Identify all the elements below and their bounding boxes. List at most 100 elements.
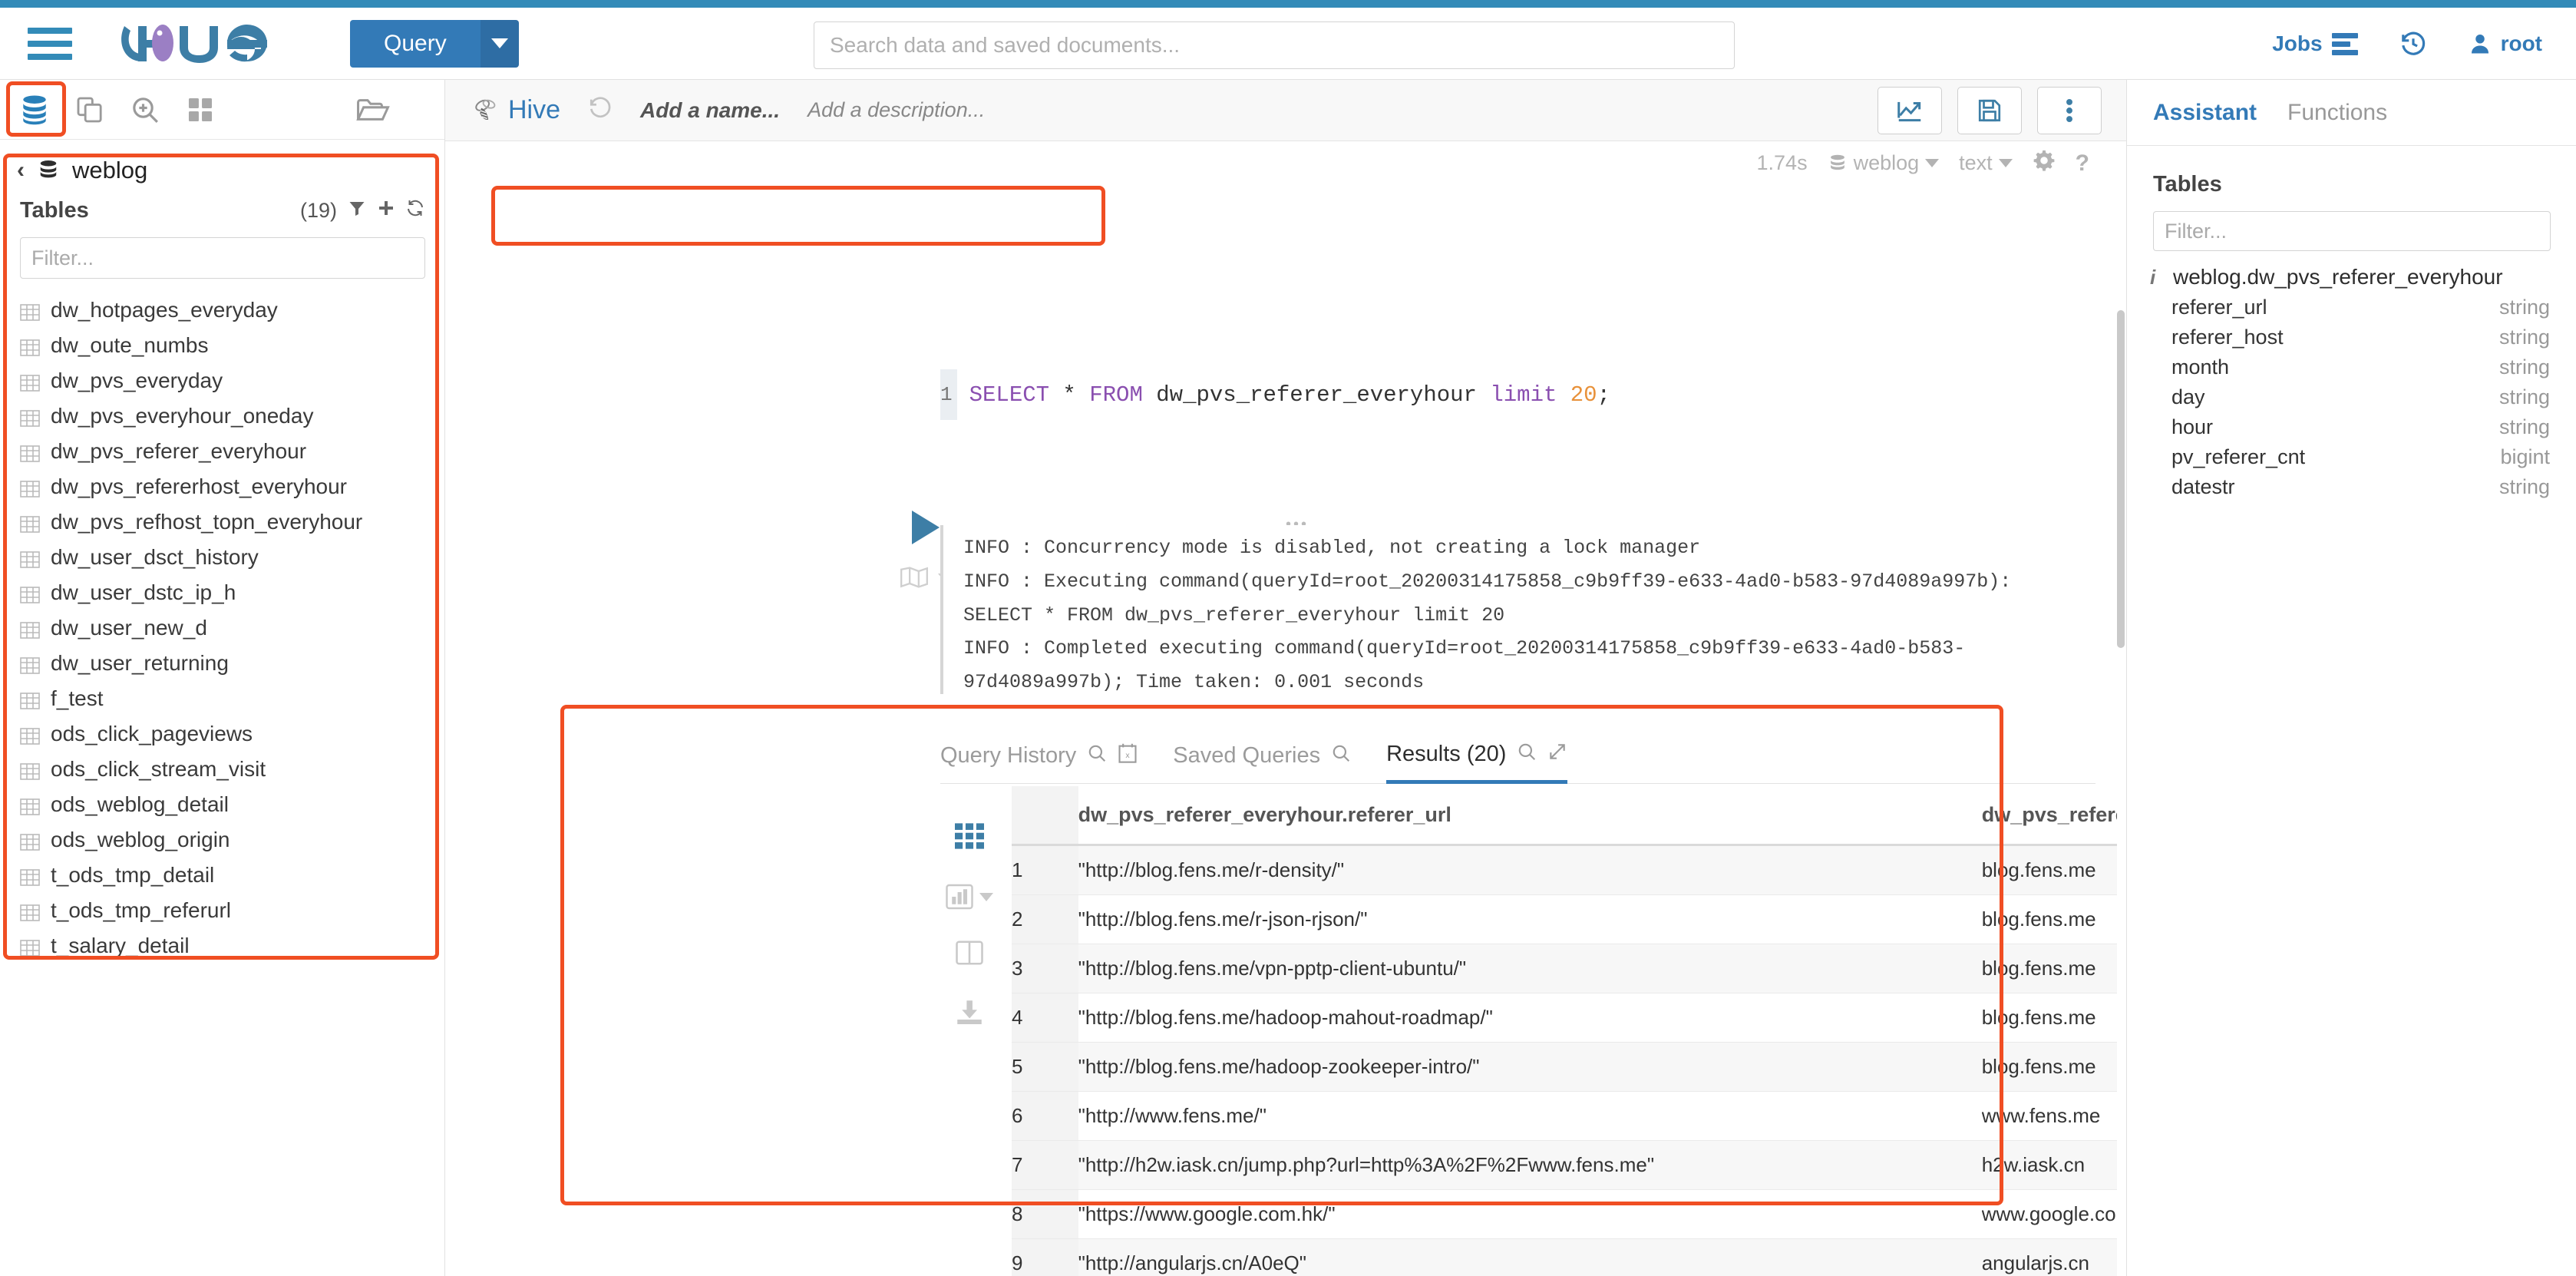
- page-body: ‹ weblog Tables (19): [0, 80, 2576, 1276]
- open-folder-icon[interactable]: [355, 92, 391, 127]
- search-icon[interactable]: [1517, 742, 1537, 767]
- table-list-item[interactable]: ods_weblog_detail: [0, 787, 444, 822]
- assistant-column-row[interactable]: datestrstring: [2127, 472, 2576, 502]
- assistant-column-row[interactable]: referer_urlstring: [2127, 293, 2576, 322]
- search-icon[interactable]: [1331, 743, 1351, 769]
- table-icon: [20, 620, 40, 636]
- table-list-item[interactable]: dw_user_returning: [0, 646, 444, 681]
- tab-assistant[interactable]: Assistant: [2153, 100, 2257, 126]
- refresh-icon[interactable]: [406, 199, 424, 223]
- chart-toggle-button[interactable]: [1878, 87, 1942, 134]
- download-icon[interactable]: [956, 1000, 983, 1030]
- table-row[interactable]: 3"http://blog.fens.me/vpn-pptp-client-ub…: [1012, 944, 2117, 993]
- line-number: 1: [940, 369, 957, 420]
- table-icon: [20, 726, 40, 742]
- funnel-icon[interactable]: [348, 199, 366, 223]
- grid-view-icon[interactable]: [955, 823, 984, 853]
- apps-grid-icon[interactable]: [183, 92, 218, 127]
- engine-label[interactable]: Hive: [470, 95, 560, 126]
- table-list-item[interactable]: dw_pvs_refererhost_everyhour: [0, 469, 444, 504]
- results-table-wrapper[interactable]: dw_pvs_referer_everyhour.referer_url dw_…: [1012, 786, 2117, 1276]
- database-name-label[interactable]: weblog: [72, 157, 147, 184]
- table-row[interactable]: 8"https://www.google.com.hk/"www.google.…: [1012, 1190, 2117, 1239]
- user-menu[interactable]: root: [2469, 31, 2542, 56]
- help-button[interactable]: ?: [2076, 150, 2089, 177]
- columns-view-icon[interactable]: [956, 940, 983, 969]
- jobs-link[interactable]: Jobs: [2272, 31, 2357, 56]
- assistant-column-row[interactable]: monthstring: [2127, 352, 2576, 382]
- run-query-button[interactable]: [912, 511, 940, 544]
- table-list-item[interactable]: t_ods_tmp_detail: [0, 858, 444, 893]
- assistant-column-row[interactable]: daystring: [2127, 382, 2576, 412]
- table-name: ods_weblog_origin: [51, 828, 230, 852]
- table-name: dw_user_dstc_ip_h: [51, 580, 236, 605]
- database-selector[interactable]: weblog: [1828, 151, 1940, 175]
- gear-icon: [2033, 149, 2056, 172]
- history-button[interactable]: [2399, 30, 2427, 58]
- info-icon[interactable]: i: [2150, 266, 2161, 289]
- table-list-item[interactable]: dw_user_dstc_ip_h: [0, 575, 444, 610]
- table-row[interactable]: 9"http://angularjs.cn/A0eQ"angularjs.cn0…: [1012, 1239, 2117, 1276]
- query-description-input[interactable]: Add a description...: [807, 98, 985, 122]
- table-name: dw_user_returning: [51, 651, 229, 676]
- tab-results[interactable]: Results (20): [1386, 729, 1567, 784]
- assistant-table-entry[interactable]: i weblog.dw_pvs_referer_everyhour: [2127, 257, 2576, 293]
- table-row[interactable]: 1"http://blog.fens.me/r-density/"blog.fe…: [1012, 845, 2117, 895]
- query-log-output: INFO : Concurrency mode is disabled, not…: [940, 525, 2089, 694]
- column-header-referer-host[interactable]: dw_pvs_referer_everyhour.referer_host: [1982, 786, 2117, 845]
- documents-icon[interactable]: [72, 92, 107, 127]
- editor-history-icon[interactable]: [588, 95, 613, 126]
- calendar-icon[interactable]: x: [1118, 742, 1138, 769]
- chart-view-button[interactable]: [946, 884, 993, 910]
- sql-code-line[interactable]: 1 SELECT * FROM dw_pvs_referer_everyhour…: [940, 369, 1554, 420]
- table-row[interactable]: 7"http://h2w.iask.cn/jump.php?url=http%3…: [1012, 1141, 2117, 1190]
- table-list-item[interactable]: dw_pvs_everyday: [0, 363, 444, 398]
- table-list-item[interactable]: dw_pvs_everyhour_oneday: [0, 398, 444, 434]
- editor-vertical-scrollbar[interactable]: [2117, 310, 2125, 648]
- more-options-button[interactable]: [2037, 87, 2102, 134]
- table-row[interactable]: 4"http://blog.fens.me/hadoop-mahout-road…: [1012, 993, 2117, 1043]
- table-list-item[interactable]: t_ods_tmp_referurl: [0, 893, 444, 928]
- query-button[interactable]: Query: [350, 20, 481, 68]
- table-row[interactable]: 5"http://blog.fens.me/hadoop-zookeeper-i…: [1012, 1043, 2117, 1092]
- database-icon[interactable]: [17, 92, 52, 127]
- assistant-column-row[interactable]: referer_hoststring: [2127, 322, 2576, 352]
- table-list-item[interactable]: dw_pvs_referer_everyhour: [0, 434, 444, 469]
- table-list-item[interactable]: t_salary_detail: [0, 928, 444, 964]
- save-button[interactable]: [1957, 87, 2022, 134]
- assistant-column-row[interactable]: hourstring: [2127, 412, 2576, 442]
- query-name-input[interactable]: Add a name...: [640, 98, 780, 123]
- search-input[interactable]: [814, 21, 1735, 69]
- hue-logo[interactable]: [120, 21, 281, 66]
- tables-filter-input[interactable]: [20, 237, 425, 279]
- format-selector[interactable]: text: [1959, 151, 2013, 175]
- table-list-item[interactable]: dw_user_new_d: [0, 610, 444, 646]
- assistant-column-row[interactable]: pv_referer_cntbigint: [2127, 442, 2576, 472]
- table-list-item[interactable]: ods_click_pageviews: [0, 716, 444, 752]
- search-plus-icon[interactable]: [127, 92, 163, 127]
- tab-saved-queries[interactable]: Saved Queries: [1173, 729, 1351, 784]
- table-list-item[interactable]: dw_pvs_refhost_topn_everyhour: [0, 504, 444, 540]
- hamburger-menu-icon[interactable]: [28, 28, 72, 60]
- table-list-item[interactable]: dw_user_dsct_history: [0, 540, 444, 575]
- query-dropdown-caret[interactable]: [481, 20, 519, 68]
- tab-functions[interactable]: Functions: [2287, 100, 2387, 126]
- table-row[interactable]: 6"http://www.fens.me/"www.fens.me09: [1012, 1092, 2117, 1141]
- tab-query-history[interactable]: Query History x: [940, 729, 1138, 784]
- table-list-item[interactable]: dw_hotpages_everyday: [0, 293, 444, 328]
- column-header-referer-url[interactable]: dw_pvs_referer_everyhour.referer_url: [1078, 786, 1982, 845]
- tab-label: Query History: [940, 743, 1076, 769]
- back-chevron-icon[interactable]: ‹: [17, 157, 25, 183]
- settings-button[interactable]: [2033, 149, 2056, 177]
- table-list-item[interactable]: f_test: [0, 681, 444, 716]
- table-list-item[interactable]: ods_weblog_origin: [0, 822, 444, 858]
- table-list-item[interactable]: dw_oute_numbs: [0, 328, 444, 363]
- assistant-filter-input[interactable]: [2153, 211, 2551, 251]
- table-list-item[interactable]: ods_click_stream_visit: [0, 752, 444, 787]
- table-name: dw_pvs_refererhost_everyhour: [51, 474, 347, 499]
- cell-referer-host: h2w.iask.cn: [1982, 1141, 2117, 1190]
- table-row[interactable]: 2"http://blog.fens.me/r-json-rjson/"blog…: [1012, 895, 2117, 944]
- plus-icon[interactable]: [377, 199, 395, 223]
- search-icon[interactable]: [1087, 743, 1107, 769]
- expand-arrows-icon[interactable]: [1547, 742, 1567, 767]
